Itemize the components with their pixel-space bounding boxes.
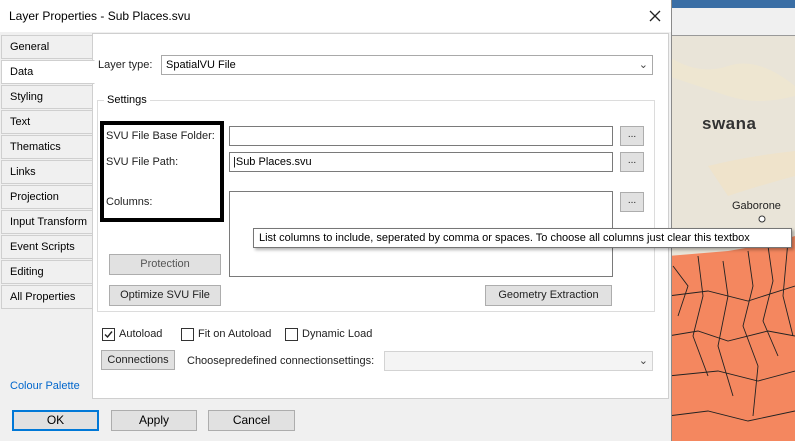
- cancel-button[interactable]: Cancel: [208, 410, 295, 431]
- protection-button[interactable]: Protection: [109, 254, 221, 275]
- columns-browse-button[interactable]: ...: [620, 192, 644, 212]
- predefined-connection-label: Choosepredefined connectionsettings:: [187, 355, 375, 367]
- fit-on-autoload-checkbox[interactable]: [181, 328, 194, 341]
- dynamic-load-checkbox[interactable]: [285, 328, 298, 341]
- tab-projection[interactable]: Projection: [1, 185, 93, 209]
- chevron-down-icon: ⌄: [638, 355, 648, 367]
- geometry-extraction-button[interactable]: Geometry Extraction: [485, 285, 612, 306]
- tab-event-scripts[interactable]: Event Scripts: [1, 235, 93, 259]
- file-path-input[interactable]: |Sub Places.svu: [229, 152, 613, 172]
- checkmark-icon: [104, 331, 113, 339]
- tab-editing[interactable]: Editing: [1, 260, 93, 284]
- close-button[interactable]: [642, 4, 668, 28]
- file-path-browse-button[interactable]: ...: [620, 152, 644, 172]
- tab-general[interactable]: General: [1, 35, 93, 59]
- highlight-annotation-box: [100, 121, 224, 222]
- columns-tooltip: List columns to include, seperated by co…: [253, 228, 792, 248]
- window-title: Layer Properties - Sub Places.svu: [9, 9, 191, 23]
- tab-text[interactable]: Text: [1, 110, 93, 134]
- map-view[interactable]: swana Gaborone: [668, 0, 795, 441]
- autoload-checkbox[interactable]: [102, 328, 115, 341]
- autoload-label: Autoload: [119, 328, 163, 340]
- apply-button[interactable]: Apply: [111, 410, 197, 431]
- ok-button[interactable]: OK: [12, 410, 99, 431]
- map-city-label: Gaborone: [732, 200, 781, 212]
- layer-properties-dialog: Layer Properties - Sub Places.svu Genera…: [0, 0, 672, 441]
- map-country-label: swana: [702, 114, 757, 133]
- tab-links[interactable]: Links: [1, 160, 93, 184]
- layer-type-value: SpatialVU File: [166, 59, 236, 71]
- colour-palette-link[interactable]: Colour Palette: [10, 380, 80, 392]
- tab-all-properties[interactable]: All Properties: [1, 285, 93, 309]
- fit-on-autoload-label: Fit on Autoload: [198, 328, 272, 340]
- predefined-connection-select[interactable]: ⌄: [384, 351, 653, 371]
- layer-type-select[interactable]: SpatialVU File ⌄: [161, 55, 653, 75]
- base-folder-input[interactable]: [229, 126, 613, 146]
- base-folder-browse-button[interactable]: ...: [620, 126, 644, 146]
- tab-data[interactable]: Data: [1, 60, 95, 84]
- settings-legend: Settings: [104, 94, 150, 106]
- layer-type-label: Layer type:: [98, 59, 153, 71]
- optimize-svu-button[interactable]: Optimize SVU File: [109, 285, 221, 306]
- tab-styling[interactable]: Styling: [1, 85, 93, 109]
- tab-thematics[interactable]: Thematics: [1, 135, 93, 159]
- dynamic-load-label: Dynamic Load: [302, 328, 373, 340]
- map-toolbar: [668, 0, 795, 36]
- map-toolbar-strip: [668, 0, 795, 8]
- close-icon: [649, 10, 661, 22]
- tab-input-transform[interactable]: Input Transform: [1, 210, 93, 234]
- connections-button[interactable]: Connections: [101, 350, 175, 370]
- title-bar: Layer Properties - Sub Places.svu: [0, 0, 671, 32]
- chevron-down-icon: ⌄: [638, 59, 648, 71]
